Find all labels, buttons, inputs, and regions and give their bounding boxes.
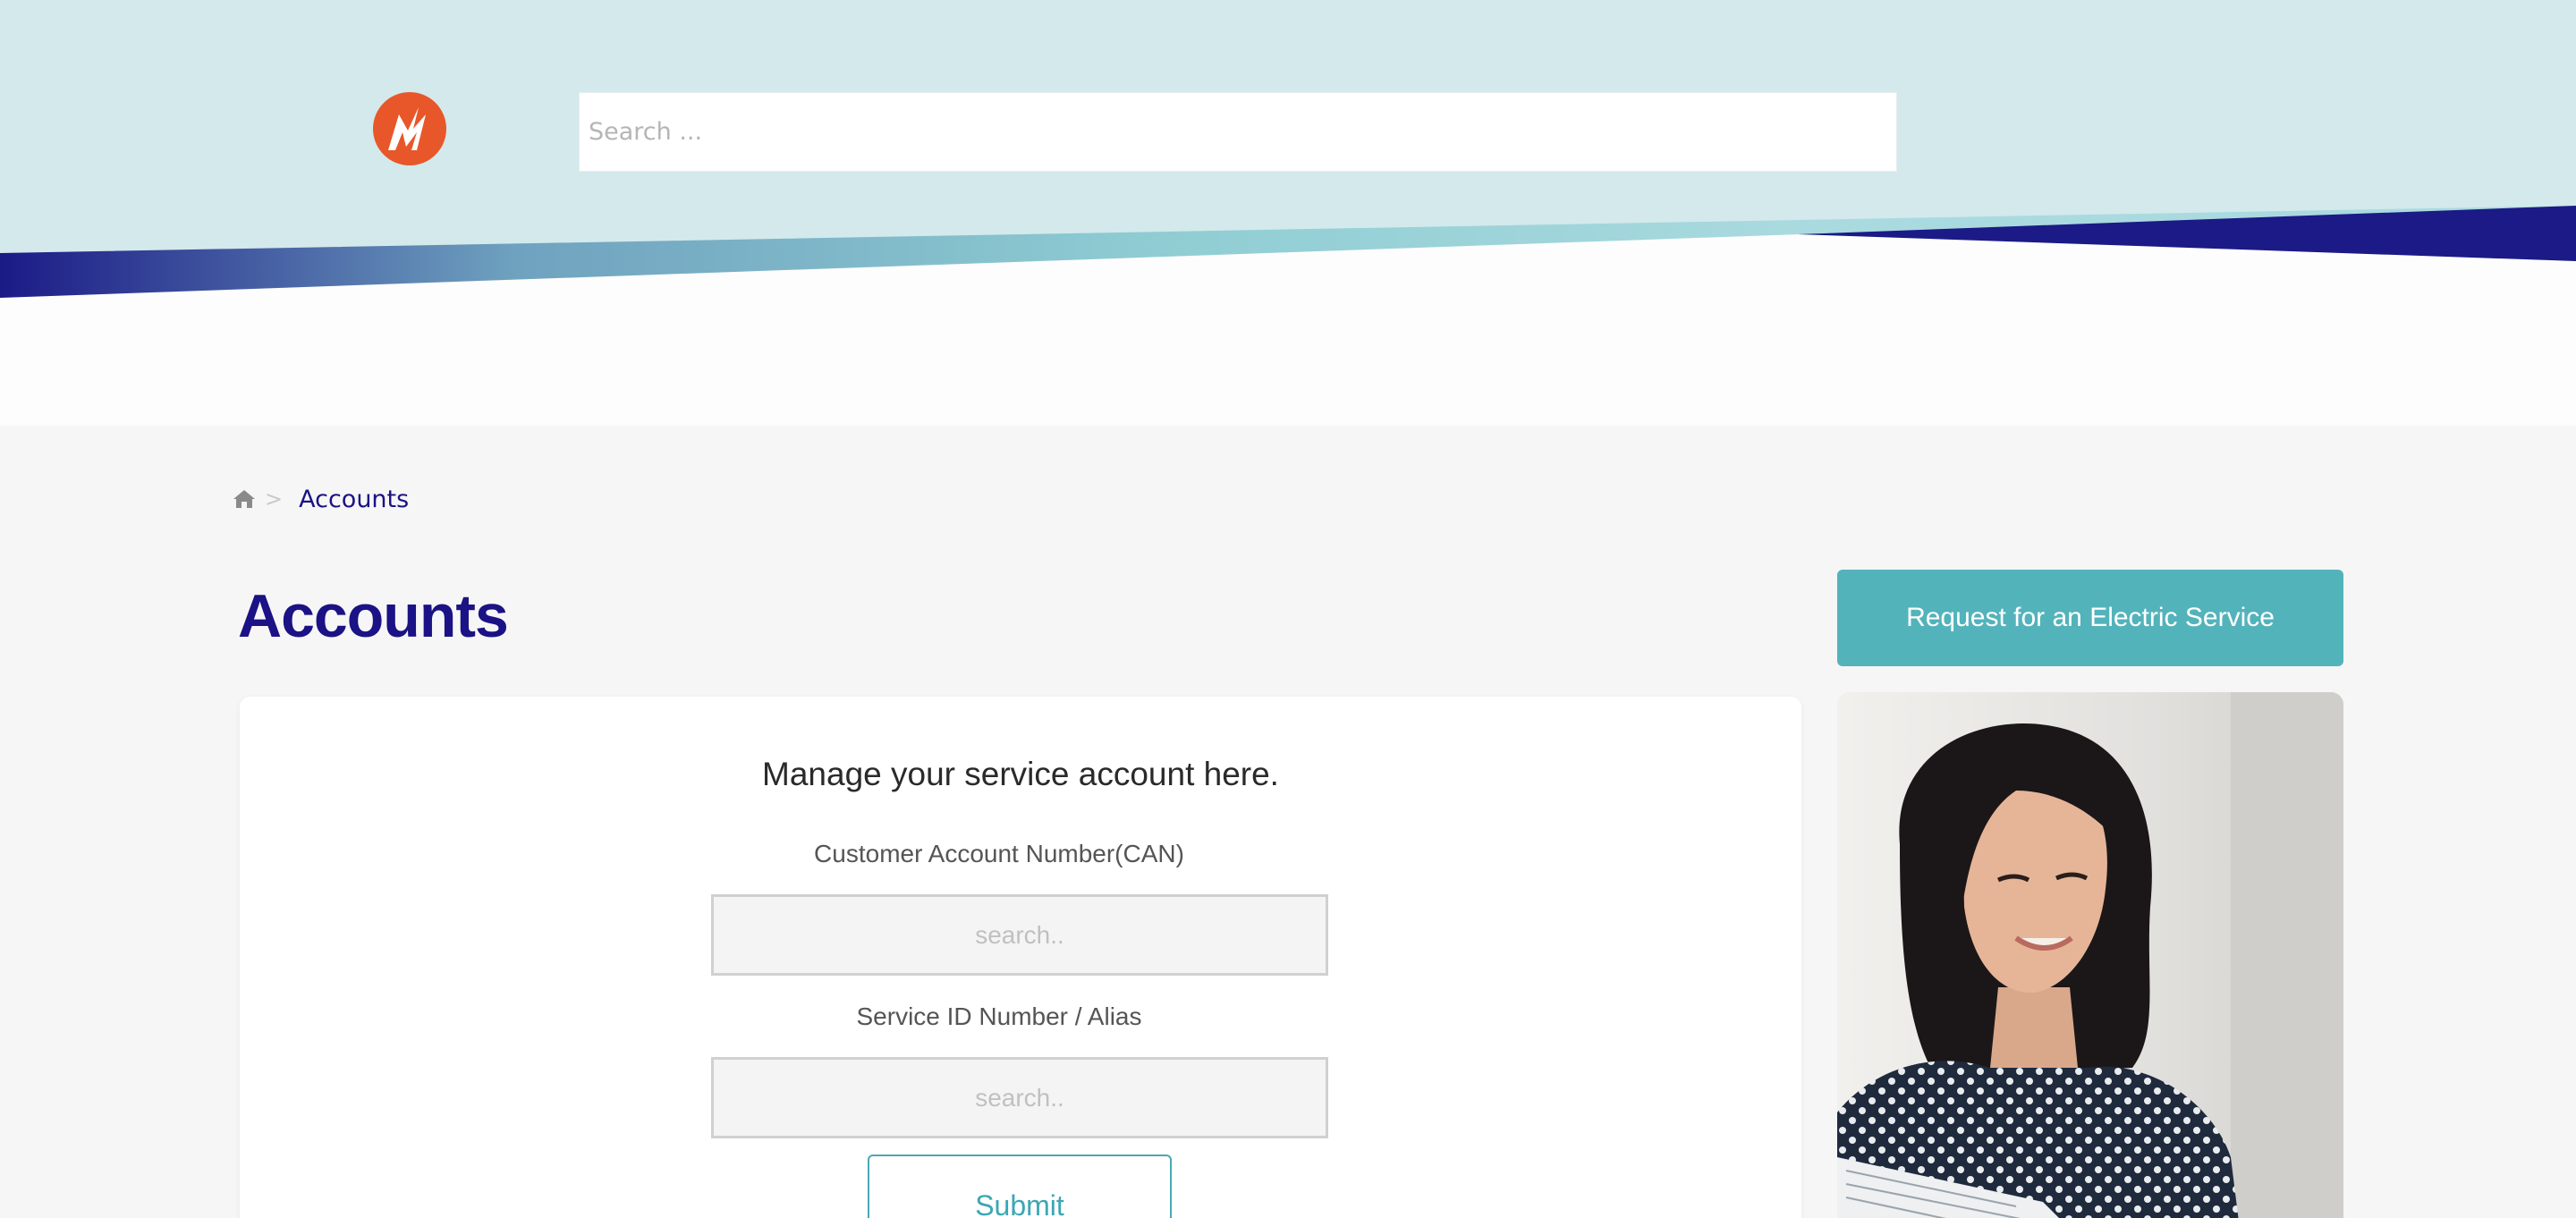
breadcrumb-current: Accounts (299, 485, 410, 513)
form-heading: Manage your service account here. (762, 756, 1279, 792)
page: > Accounts Accounts Manage your service … (0, 0, 2576, 1218)
customer-photo (1837, 692, 2343, 1218)
header (0, 0, 2576, 426)
page-title: Accounts (238, 582, 509, 650)
site-search-input[interactable] (579, 92, 1897, 172)
submit-button[interactable]: Submit (868, 1155, 1172, 1218)
service-id-input[interactable] (711, 1057, 1328, 1138)
home-icon[interactable] (233, 488, 256, 510)
breadcrumb: > Accounts (233, 481, 409, 517)
request-electric-service-button[interactable]: Request for an Electric Service (1837, 570, 2343, 666)
account-form-card: Manage your service account here. Custom… (240, 697, 1801, 1218)
can-input[interactable] (711, 894, 1328, 976)
breadcrumb-separator: > (265, 486, 284, 512)
can-label: Customer Account Number(CAN) (814, 840, 1184, 867)
brand-logo[interactable] (372, 91, 447, 166)
service-id-label: Service ID Number / Alias (856, 1002, 1142, 1030)
woman-reading-bill-illustration (1837, 692, 2343, 1218)
